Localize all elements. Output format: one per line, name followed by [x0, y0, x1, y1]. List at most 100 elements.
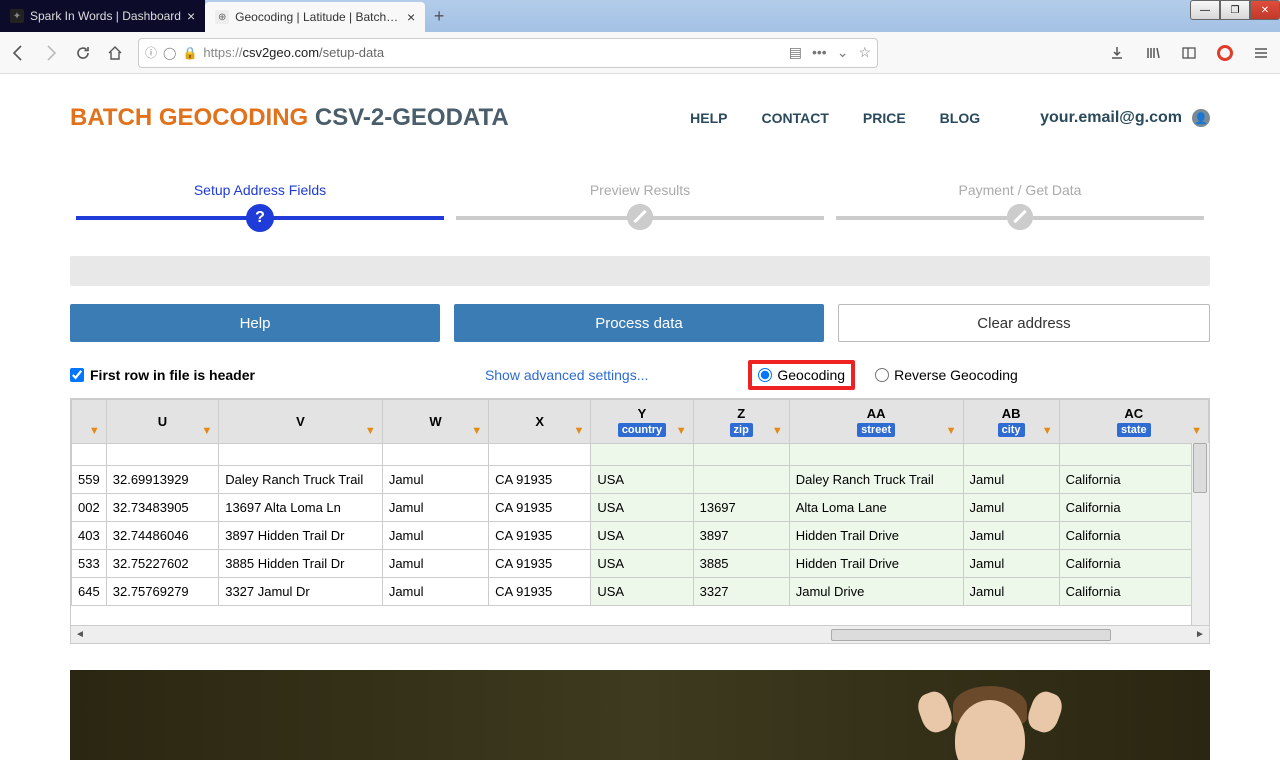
cell[interactable]: 533	[72, 550, 107, 578]
chevron-down-icon[interactable]: ▼	[89, 425, 100, 437]
reader-icon[interactable]: ▤	[789, 44, 802, 61]
chevron-down-icon[interactable]: ▼	[772, 425, 783, 437]
column-header-v[interactable]: V▼	[219, 400, 383, 444]
geocoding-radio[interactable]: Geocoding	[748, 360, 855, 390]
scroll-right-icon[interactable]: ►	[1191, 629, 1209, 640]
cell[interactable]: Jamul	[963, 578, 1059, 606]
cell[interactable]: 3885	[693, 550, 789, 578]
cell[interactable]: CA 91935	[489, 578, 591, 606]
chevron-down-icon[interactable]: ▼	[946, 425, 957, 437]
pocket-icon[interactable]: ⌄	[837, 44, 849, 61]
header-row-checkbox[interactable]: First row in file is header	[70, 367, 255, 383]
cell[interactable]: 3327 Jamul Dr	[219, 578, 383, 606]
cell[interactable]: Jamul	[382, 578, 488, 606]
cell[interactable]: 32.75227602	[106, 550, 218, 578]
radio-input[interactable]	[758, 368, 772, 382]
cell[interactable]: Hidden Trail Drive	[789, 522, 963, 550]
column-header-u[interactable]: U▼	[106, 400, 218, 444]
download-icon[interactable]	[1108, 44, 1126, 62]
cell[interactable]: 559	[72, 466, 107, 494]
clear-address-button[interactable]: Clear address	[838, 304, 1210, 342]
process-data-button[interactable]: Process data	[454, 304, 824, 342]
chevron-down-icon[interactable]: ▼	[1191, 425, 1202, 437]
column-header-x[interactable]: X▼	[489, 400, 591, 444]
table-row[interactable]: 40332.744860463897 Hidden Trail DrJamulC…	[72, 522, 1209, 550]
cell[interactable]: 32.74486046	[106, 522, 218, 550]
tab-active[interactable]: ⊕ Geocoding | Latitude | Batch Ge ×	[205, 2, 425, 32]
cell[interactable]: Daley Ranch Truck Trail	[219, 466, 383, 494]
new-tab-button[interactable]: +	[425, 0, 453, 32]
chevron-down-icon[interactable]: ▼	[201, 425, 212, 437]
column-header-y[interactable]: Ycountry▼	[591, 400, 693, 444]
more-icon[interactable]: •••	[812, 44, 827, 61]
cell[interactable]: 3885 Hidden Trail Dr	[219, 550, 383, 578]
cell[interactable]: 32.75769279	[106, 578, 218, 606]
chevron-down-icon[interactable]: ▼	[365, 425, 376, 437]
cell[interactable]: 645	[72, 578, 107, 606]
cell[interactable]: 403	[72, 522, 107, 550]
cell[interactable]: 32.73483905	[106, 494, 218, 522]
table-row[interactable]: 55932.69913929Daley Ranch Truck TrailJam…	[72, 466, 1209, 494]
reverse-geocoding-radio[interactable]: Reverse Geocoding	[875, 367, 1018, 383]
cell[interactable]: Jamul Drive	[789, 578, 963, 606]
cell[interactable]: Hidden Trail Drive	[789, 550, 963, 578]
cell[interactable]: California	[1059, 466, 1208, 494]
close-icon[interactable]: ×	[187, 8, 195, 24]
chevron-down-icon[interactable]: ▼	[676, 425, 687, 437]
column-header-z[interactable]: Zzip▼	[693, 400, 789, 444]
maximize-button[interactable]: ❐	[1220, 0, 1250, 20]
cell[interactable]: CA 91935	[489, 466, 591, 494]
library-icon[interactable]	[1144, 44, 1162, 62]
nav-help[interactable]: HELP	[690, 110, 727, 126]
cell[interactable]: 3897 Hidden Trail Dr	[219, 522, 383, 550]
close-window-button[interactable]: ✕	[1250, 0, 1280, 20]
page-viewport[interactable]: BATCH GEOCODING CSV-2-GEODATA HELP CONTA…	[0, 74, 1280, 760]
cell[interactable]: Jamul	[963, 550, 1059, 578]
cell[interactable]: Daley Ranch Truck Trail	[789, 466, 963, 494]
radio-input[interactable]	[875, 368, 889, 382]
nav-price[interactable]: PRICE	[863, 110, 906, 126]
cell[interactable]: USA	[591, 522, 693, 550]
cell[interactable]: CA 91935	[489, 494, 591, 522]
avatar-icon[interactable]: 👤	[1192, 109, 1210, 127]
logo[interactable]: BATCH GEOCODING CSV-2-GEODATA	[70, 104, 509, 132]
cell[interactable]: USA	[591, 578, 693, 606]
cell[interactable]: 3327	[693, 578, 789, 606]
table-row[interactable]: 00232.7348390513697 Alta Loma LnJamulCA …	[72, 494, 1209, 522]
scroll-thumb[interactable]	[831, 629, 1111, 641]
chevron-down-icon[interactable]: ▼	[573, 425, 584, 437]
user-info[interactable]: your.email@g.com 👤	[1040, 109, 1210, 127]
cell[interactable]: Alta Loma Lane	[789, 494, 963, 522]
cell[interactable]: 32.69913929	[106, 466, 218, 494]
cell[interactable]: Jamul	[963, 494, 1059, 522]
column-header-w[interactable]: W▼	[382, 400, 488, 444]
column-header-ab[interactable]: ABcity▼	[963, 400, 1059, 444]
chevron-down-icon[interactable]: ▼	[1042, 425, 1053, 437]
cell[interactable]: 3897	[693, 522, 789, 550]
cell[interactable]: Jamul	[382, 522, 488, 550]
sidebar-icon[interactable]	[1180, 44, 1198, 62]
cell[interactable]: CA 91935	[489, 522, 591, 550]
cell[interactable]: California	[1059, 578, 1208, 606]
horizontal-scrollbar[interactable]: ◄ ►	[71, 625, 1209, 643]
reload-button[interactable]	[74, 44, 92, 62]
cell[interactable]: Jamul	[963, 522, 1059, 550]
chevron-down-icon[interactable]: ▼	[471, 425, 482, 437]
menu-button[interactable]	[1252, 44, 1270, 62]
cell[interactable]	[693, 466, 789, 494]
star-icon[interactable]: ☆	[858, 44, 871, 61]
url-bar[interactable]: ⓘ ◯ 🔒 https://csv2geo.com/setup-data ▤ •…	[138, 38, 878, 68]
info-icon[interactable]: ⓘ	[145, 44, 157, 61]
cell[interactable]: California	[1059, 494, 1208, 522]
vertical-scrollbar[interactable]	[1191, 443, 1209, 625]
column-header-aa[interactable]: AAstreet▼	[789, 400, 963, 444]
table-row[interactable]: 64532.757692793327 Jamul DrJamulCA 91935…	[72, 578, 1209, 606]
cell[interactable]: Jamul	[382, 466, 488, 494]
cell[interactable]: USA	[591, 494, 693, 522]
opera-icon[interactable]	[1216, 44, 1234, 62]
column-header[interactable]: ▼	[72, 400, 107, 444]
cell[interactable]: 002	[72, 494, 107, 522]
cell[interactable]: USA	[591, 550, 693, 578]
cell[interactable]: 13697	[693, 494, 789, 522]
back-button[interactable]	[10, 44, 28, 62]
